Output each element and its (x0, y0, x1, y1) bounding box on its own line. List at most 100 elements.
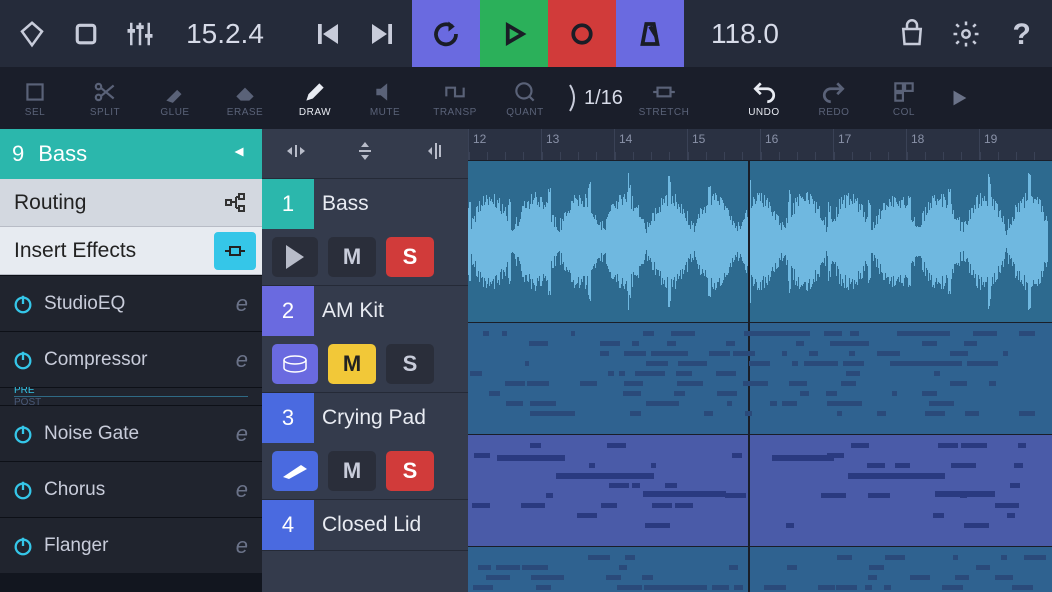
edit-icon[interactable]: e (236, 477, 248, 503)
power-icon[interactable] (12, 423, 34, 445)
transpose-tool[interactable]: TRANSP (420, 67, 490, 129)
track-number: 4 (262, 500, 314, 550)
quantize-value[interactable]: 1/16 (560, 67, 629, 129)
track-number: 3 (262, 393, 314, 443)
help-icon[interactable]: ? (996, 10, 1044, 58)
kit-lane[interactable] (468, 323, 1052, 435)
ruler-mark: 14 (614, 129, 687, 160)
stop-icon[interactable] (62, 10, 110, 58)
insert-effects-icon (214, 232, 256, 270)
color-tool[interactable]: COL (869, 67, 939, 129)
routing-icon (214, 184, 256, 222)
track-1[interactable]: 1 Bass M S (262, 179, 468, 286)
mixer-icon[interactable] (116, 10, 164, 58)
lid-lane[interactable] (468, 547, 1052, 592)
selected-track-header[interactable]: 9 Bass (0, 129, 262, 179)
collapse-icon (230, 141, 248, 167)
power-icon[interactable] (12, 293, 34, 315)
draw-label: DRAW (299, 107, 331, 118)
erase-tool[interactable]: ERASE (210, 67, 280, 129)
glue-label: GLUE (160, 107, 189, 118)
track-2[interactable]: 2 AM Kit M S (262, 286, 468, 393)
routing-section[interactable]: Routing (0, 179, 262, 227)
power-icon[interactable] (12, 349, 34, 371)
edit-toolbar: SEL SPLIT GLUE ERASE DRAW MUTE TRANSP QU… (0, 67, 1052, 129)
forward-icon[interactable] (358, 10, 406, 58)
stretch-label: STRETCH (639, 107, 690, 118)
effect-name: Noise Gate (44, 423, 139, 445)
undo-label: UNDO (748, 107, 779, 118)
selected-track-number: 9 (12, 141, 24, 167)
select-tool[interactable]: SEL (0, 67, 70, 129)
solo-button[interactable]: S (386, 451, 434, 491)
effect-studioeq[interactable]: StudioEQ e (0, 275, 262, 331)
mute-tool[interactable]: MUTE (350, 67, 420, 129)
solo-button[interactable]: S (386, 237, 434, 277)
effect-compressor[interactable]: Compressor e (0, 331, 262, 387)
track-3[interactable]: 3 Crying Pad M S (262, 393, 468, 500)
ruler-mark: 12 (468, 129, 541, 160)
loop-button[interactable] (412, 0, 480, 67)
toolbar-play-icon[interactable] (939, 87, 979, 109)
effect-flanger[interactable]: Flanger e (0, 517, 262, 573)
shop-icon[interactable] (888, 10, 936, 58)
track-name: Crying Pad (314, 406, 426, 430)
mute-button[interactable]: M (328, 344, 376, 384)
insert-effects-section[interactable]: Insert Effects (0, 227, 262, 275)
quantize-value-text: 1/16 (584, 87, 623, 110)
rewind-icon[interactable] (304, 10, 352, 58)
quantize-tool[interactable]: QUANT (490, 67, 560, 129)
pre-post-divider: PRE POST (0, 387, 262, 405)
top-toolbar: 15.2.4 118.0 ? (0, 0, 1052, 67)
tempo-display[interactable]: 118.0 (690, 18, 800, 50)
power-icon[interactable] (12, 535, 34, 557)
bass-lane[interactable] (468, 161, 1052, 323)
selected-track-name: Bass (38, 141, 87, 167)
metronome-button[interactable] (616, 0, 684, 67)
vertical-zoom-icon[interactable] (353, 139, 377, 168)
undo-button[interactable]: UNDO (729, 67, 799, 129)
pad-lane[interactable] (468, 435, 1052, 547)
track-tools (262, 129, 468, 179)
effect-name: Compressor (44, 349, 147, 371)
track-list: 1 Bass M S 2 AM Kit M S 3 Crying (262, 129, 468, 592)
instrument-icon[interactable] (272, 451, 318, 491)
mute-button[interactable]: M (328, 237, 376, 277)
snap-icon[interactable] (422, 139, 446, 168)
main-area: 9 Bass Routing Insert Effects StudioEQ e… (0, 129, 1052, 592)
glue-tool[interactable]: GLUE (140, 67, 210, 129)
arrangement-timeline[interactable]: 12 13 14 15 16 17 18 19 (468, 129, 1052, 592)
play-button[interactable] (480, 0, 548, 67)
transport-controls (412, 0, 684, 67)
ruler-mark: 18 (906, 129, 979, 160)
settings-icon[interactable] (942, 10, 990, 58)
erase-label: ERASE (227, 107, 263, 118)
stretch-tool[interactable]: STRETCH (629, 67, 699, 129)
track-number: 2 (262, 286, 314, 336)
split-label: SPLIT (90, 107, 120, 118)
effect-chorus[interactable]: Chorus e (0, 461, 262, 517)
track-play-icon[interactable] (272, 237, 318, 277)
ruler[interactable]: 12 13 14 15 16 17 18 19 (468, 129, 1052, 161)
draw-tool[interactable]: DRAW (280, 67, 350, 129)
power-icon[interactable] (12, 479, 34, 501)
split-tool[interactable]: SPLIT (70, 67, 140, 129)
instrument-icon[interactable] (272, 344, 318, 384)
quantize-label: QUANT (506, 107, 544, 118)
edit-icon[interactable]: e (236, 533, 248, 559)
position-display[interactable]: 15.2.4 (170, 18, 280, 50)
solo-button[interactable]: S (386, 344, 434, 384)
horizontal-zoom-icon[interactable] (284, 139, 308, 168)
redo-button[interactable]: REDO (799, 67, 869, 129)
effect-noisegate[interactable]: Noise Gate e (0, 405, 262, 461)
edit-icon[interactable]: e (236, 421, 248, 447)
mute-button[interactable]: M (328, 451, 376, 491)
transpose-label: TRANSP (433, 107, 477, 118)
record-button[interactable] (548, 0, 616, 67)
track-4[interactable]: 4 Closed Lid (262, 500, 468, 551)
edit-icon[interactable]: e (236, 347, 248, 373)
track-name: Closed Lid (314, 513, 421, 537)
project-icon[interactable] (8, 10, 56, 58)
track-number: 1 (262, 179, 314, 229)
edit-icon[interactable]: e (236, 291, 248, 317)
